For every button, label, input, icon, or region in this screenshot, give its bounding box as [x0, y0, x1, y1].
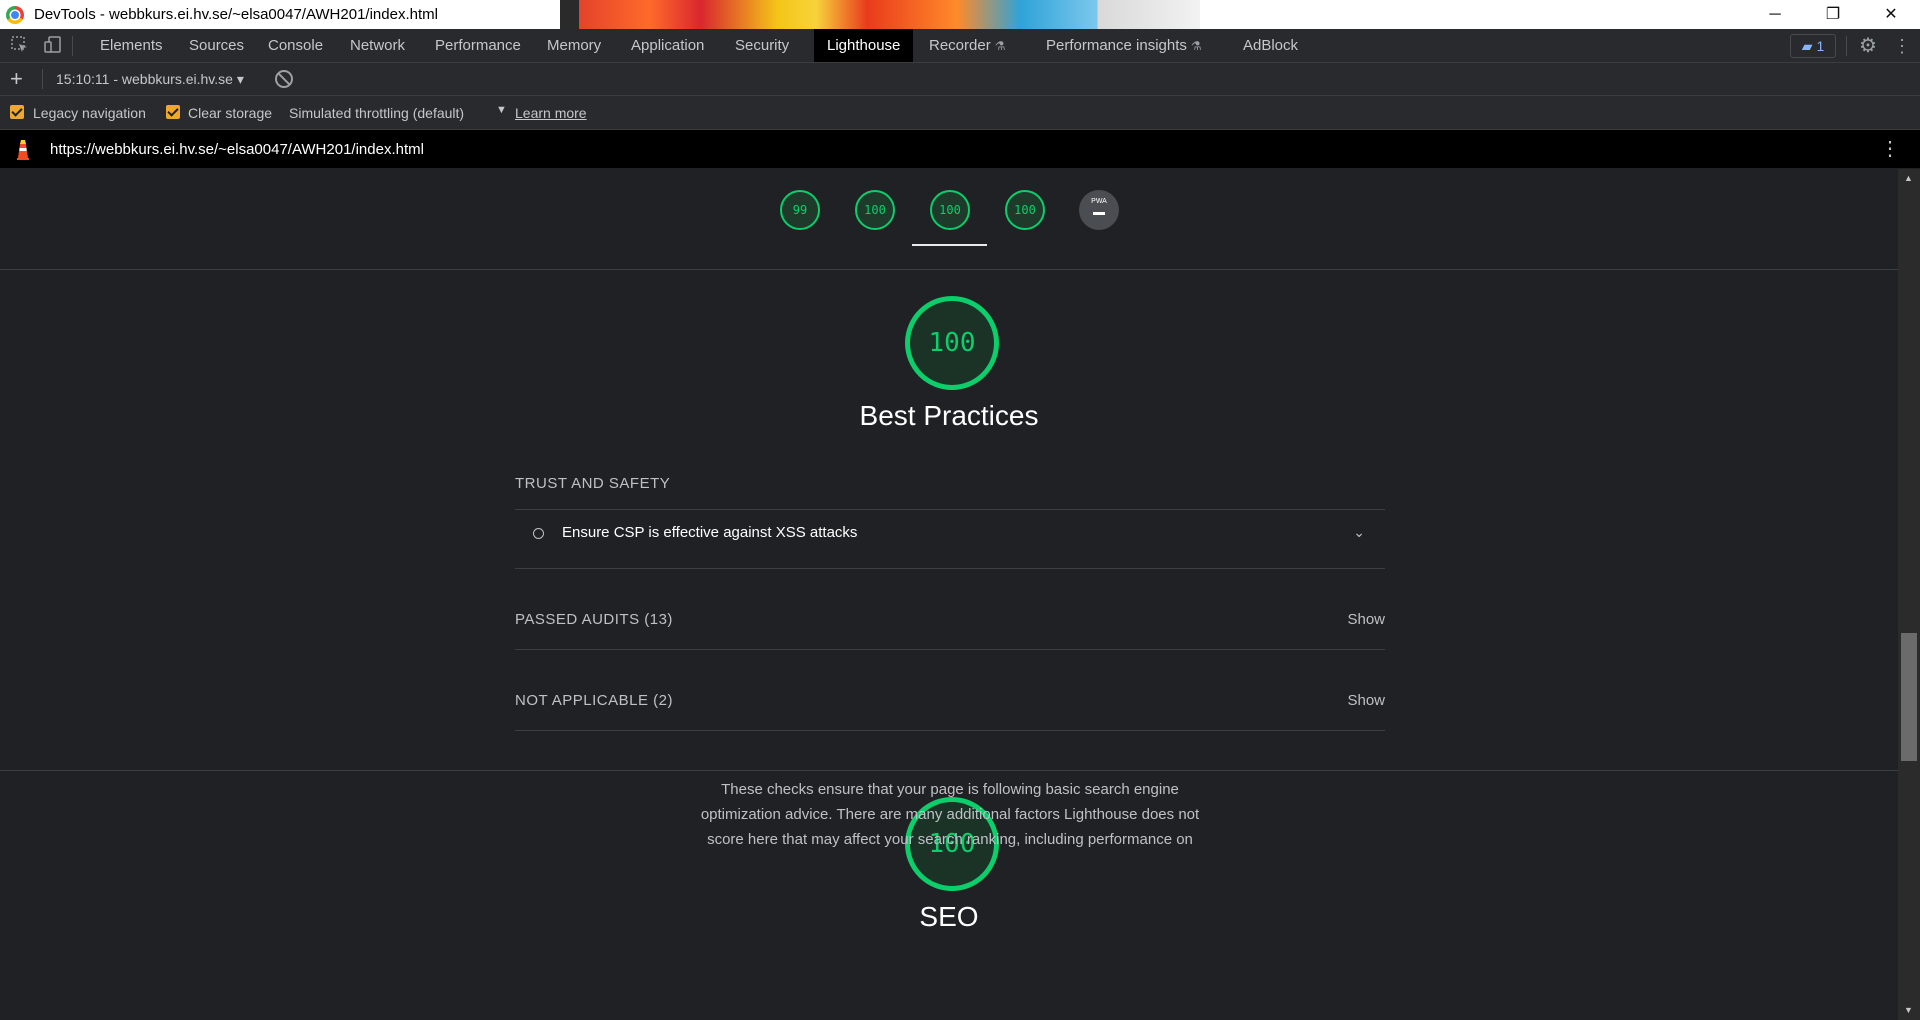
not-applicable-show-button[interactable]: Show — [1347, 692, 1385, 709]
seo-title: SEO — [919, 901, 979, 932]
lighthouse-options-bar: Legacy navigation Clear storage Simulate… — [0, 96, 1920, 130]
issues-counter-button[interactable]: ▰ 1 — [1790, 34, 1836, 58]
toolbar-divider — [72, 36, 73, 56]
settings-gear-icon[interactable]: ⚙ — [1856, 34, 1880, 58]
tab-recorder-label: Recorder — [929, 37, 991, 54]
category-divider — [0, 770, 1898, 771]
lighthouse-logo-icon — [17, 140, 29, 160]
minimize-button[interactable]: ─ — [1752, 2, 1798, 28]
tab-security[interactable]: Security — [722, 29, 802, 62]
passed-audits-clump[interactable]: PASSED AUDITS (13) Show — [515, 606, 1385, 636]
more-options-icon[interactable]: ⋮ — [1892, 34, 1912, 58]
toolbar-divider — [1846, 36, 1847, 56]
pwa-badge[interactable]: PWA — [1079, 190, 1119, 230]
trust-and-safety-heading: TRUST AND SAFETY — [515, 475, 671, 492]
performance-score-gauge[interactable]: 99 — [780, 190, 820, 230]
tab-lighthouse[interactable]: Lighthouse — [814, 29, 914, 62]
scroll-down-arrow-icon[interactable]: ▼ — [1904, 1005, 1913, 1015]
passed-audits-show-button[interactable]: Show — [1347, 611, 1385, 628]
legacy-navigation-label[interactable]: Legacy navigation — [33, 105, 146, 121]
tab-performance-insights[interactable]: Performance insights ⚗ — [1033, 29, 1215, 62]
report-url-bar: https://webbkurs.ei.hv.se/~elsa0047/AWH2… — [0, 130, 1920, 168]
legacy-navigation-checkbox[interactable] — [10, 105, 24, 119]
close-button[interactable]: ✕ — [1868, 2, 1914, 28]
restore-button[interactable]: ❐ — [1810, 2, 1856, 28]
throttling-dropdown-caret-icon[interactable]: ▼ — [496, 104, 507, 116]
tab-recorder[interactable]: Recorder ⚗ — [916, 29, 1018, 62]
divider — [515, 568, 1385, 569]
window-title: DevTools - webbkurs.ei.hv.se/~elsa0047/A… — [34, 6, 438, 23]
tab-network[interactable]: Network — [337, 29, 418, 62]
tab-console[interactable]: Console — [255, 29, 336, 62]
throttling-label: Simulated throttling (default) — [289, 105, 465, 121]
not-applicable-clump[interactable]: NOT APPLICABLE (2) Show — [515, 687, 1385, 717]
message-icon: ▰ — [1801, 38, 1813, 54]
csp-xss-audit-row[interactable]: Ensure CSP is effective against XSS atta… — [515, 510, 1385, 558]
inspect-element-icon[interactable] — [10, 36, 30, 54]
report-url[interactable]: https://webbkurs.ei.hv.se/~elsa0047/AWH2… — [50, 141, 424, 158]
chevron-down-icon: ⌄ — [1353, 524, 1365, 540]
lighthouse-report: 99 100 100 100 PWA 100 Best Practices TR… — [0, 169, 1898, 1020]
report-scrollbar[interactable]: ▲ ▼ — [1898, 169, 1920, 1020]
clear-all-block-icon[interactable] — [275, 70, 293, 88]
clear-storage-label[interactable]: Clear storage — [188, 105, 272, 121]
tab-performance[interactable]: Performance — [422, 29, 534, 62]
tab-application[interactable]: Application — [618, 29, 717, 62]
report-selector-dropdown[interactable]: 15:10:11 - webbkurs.ei.hv.se ▾ — [56, 71, 244, 88]
divider — [515, 649, 1385, 650]
experiment-flask-icon: ⚗ — [1190, 39, 1202, 53]
tab-performance-insights-label: Performance insights — [1046, 37, 1187, 54]
best-practices-large-gauge: 100 — [905, 296, 999, 390]
active-gauge-underline — [912, 244, 987, 246]
report-menu-kebab-icon[interactable]: ⋮ — [1880, 136, 1900, 161]
pwa-dash-icon — [1093, 212, 1105, 215]
scrollbar-thumb[interactable] — [1901, 633, 1917, 761]
tab-sources[interactable]: Sources — [176, 29, 257, 62]
report-selector-value: 15:10:11 - webbkurs.ei.hv.se — [56, 71, 233, 87]
audit-info-circle-icon — [533, 528, 544, 539]
page-banner-image — [560, 0, 1200, 29]
toolbar-divider — [42, 69, 43, 89]
audit-label: Ensure CSP is effective against XSS atta… — [562, 524, 858, 541]
chevron-down-icon: ▾ — [236, 71, 244, 87]
best-practices-score-gauge[interactable]: 100 — [930, 190, 970, 230]
window-title-bar: DevTools - webbkurs.ei.hv.se/~elsa0047/A… — [0, 0, 1920, 29]
devtools-tab-bar: Elements Sources Console Network Perform… — [0, 29, 1920, 63]
seo-score-gauge[interactable]: 100 — [1005, 190, 1045, 230]
tab-adblock[interactable]: AdBlock — [1230, 29, 1311, 62]
issues-count: 1 — [1816, 38, 1825, 54]
accessibility-score-gauge[interactable]: 100 — [855, 190, 895, 230]
best-practices-title: Best Practices — [859, 400, 1039, 431]
chrome-logo-icon — [6, 6, 24, 24]
device-toolbar-icon[interactable] — [43, 36, 63, 54]
passed-audits-label: PASSED AUDITS (13) — [515, 611, 673, 628]
learn-more-link[interactable]: Learn more — [515, 105, 587, 121]
seo-description: These checks ensure that your page is fo… — [700, 781, 1200, 848]
clear-storage-checkbox[interactable] — [166, 105, 180, 119]
divider — [515, 730, 1385, 731]
tab-memory[interactable]: Memory — [534, 29, 614, 62]
scroll-up-arrow-icon[interactable]: ▲ — [1904, 173, 1913, 183]
lighthouse-report-toolbar: + 15:10:11 - webbkurs.ei.hv.se ▾ — [0, 63, 1920, 96]
not-applicable-label: NOT APPLICABLE (2) — [515, 692, 673, 709]
sticky-score-header: 99 100 100 100 PWA — [0, 169, 1898, 270]
new-report-plus-icon[interactable]: + — [10, 66, 23, 92]
experiment-flask-icon: ⚗ — [994, 39, 1006, 53]
pwa-label: PWA — [1091, 198, 1107, 205]
tab-elements[interactable]: Elements — [87, 29, 176, 62]
